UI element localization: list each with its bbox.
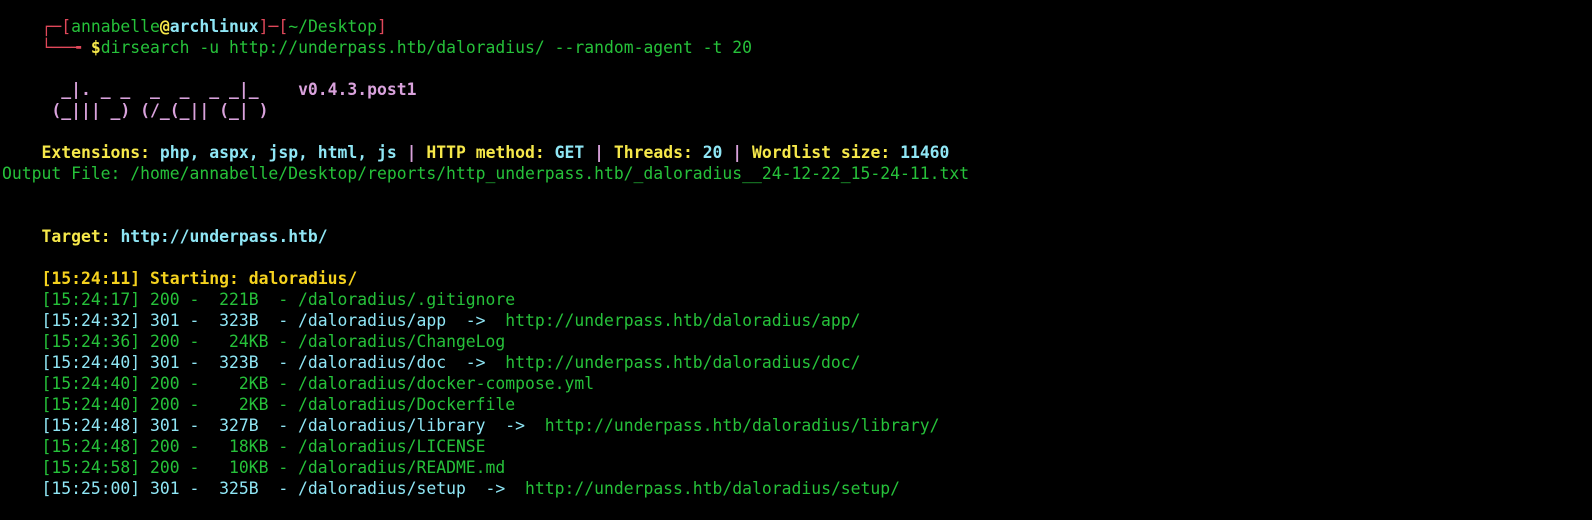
banner-art-bottom: (_||| _) (/_(_|| (_| ) bbox=[41, 101, 269, 120]
wordlist-label: Wordlist size: bbox=[752, 143, 901, 162]
result-text: [15:25:00] 301 - 325B - /daloradius/setu… bbox=[41, 479, 526, 498]
result-text: [15:24:40] 200 - 2KB - /daloradius/Docke… bbox=[41, 395, 516, 414]
starting-line: [15:24:11] Starting: daloradius/ bbox=[2, 247, 1590, 288]
target-value: http://underpass.htb/ bbox=[120, 227, 328, 246]
threads-value: 20 bbox=[702, 143, 723, 162]
starting-label: Starting: bbox=[140, 269, 249, 288]
prompt-user: annabelle bbox=[71, 17, 160, 36]
command-text[interactable]: dirsearch -u http://underpass.htb/dalora… bbox=[101, 38, 752, 57]
method-value: GET bbox=[554, 143, 585, 162]
redirect-url[interactable]: http://underpass.htb/daloradius/library/ bbox=[545, 416, 940, 435]
redirect-url[interactable]: http://underpass.htb/daloradius/app/ bbox=[505, 311, 860, 330]
config-line: Extensions: php, aspx, jsp, html, js | H… bbox=[2, 121, 1590, 162]
starting-value: daloradius/ bbox=[248, 269, 358, 288]
result-text: [15:24:36] 200 - 24KB - /daloradius/Chan… bbox=[41, 332, 506, 351]
terminal-output[interactable]: ┌─[annabelle@archlinux]─[~/Desktop] └──╼… bbox=[2, 0, 1590, 498]
prompt-line-context: ┌─[annabelle@archlinux]─[~/Desktop] bbox=[2, 0, 1590, 36]
prompt-dollar: $ bbox=[90, 38, 101, 57]
config-separator: | bbox=[396, 143, 427, 162]
extensions-label: Extensions: bbox=[41, 143, 160, 162]
result-text: [15:24:48] 200 - 18KB - /daloradius/LICE… bbox=[41, 437, 486, 456]
redirect-url[interactable]: http://underpass.htb/daloradius/doc/ bbox=[505, 353, 860, 372]
result-text: [15:24:40] 200 - 2KB - /daloradius/docke… bbox=[41, 374, 595, 393]
prompt-host: archlinux bbox=[169, 17, 259, 36]
prompt-arrow: └──╼ bbox=[41, 38, 91, 57]
banner-art-line-1: _|. _ _ _ _ _ _|_ v0.4.3.post1 bbox=[2, 58, 1590, 99]
config-separator: | bbox=[722, 143, 753, 162]
target-label: Target: bbox=[41, 227, 121, 246]
banner-art-top: _|. _ _ _ _ _ _|_ bbox=[41, 80, 299, 99]
prompt-separator: ]─[ bbox=[258, 17, 289, 36]
result-text: [15:24:17] 200 - 221B - /daloradius/.git… bbox=[41, 290, 516, 309]
method-label: HTTP method: bbox=[426, 143, 555, 162]
banner-version: v0.4.3.post1 bbox=[298, 80, 417, 99]
result-text: [15:24:40] 301 - 323B - /daloradius/doc … bbox=[41, 353, 506, 372]
output-file-line: Output File: /home/annabelle/Desktop/rep… bbox=[2, 164, 970, 183]
prompt-close: ] bbox=[377, 17, 387, 36]
threads-label: Threads: bbox=[613, 143, 703, 162]
result-text: [15:24:58] 200 - 10KB - /daloradius/READ… bbox=[41, 458, 506, 477]
prompt-at: @ bbox=[159, 17, 170, 36]
result-text: [15:24:48] 301 - 327B - /daloradius/libr… bbox=[41, 416, 545, 435]
config-separator: | bbox=[584, 143, 614, 162]
redirect-url[interactable]: http://underpass.htb/daloradius/setup/ bbox=[525, 479, 900, 498]
extensions-value: php, aspx, jsp, html, js bbox=[159, 143, 397, 162]
result-text: [15:24:32] 301 - 323B - /daloradius/app … bbox=[41, 311, 506, 330]
starting-time: [15:24:11] bbox=[41, 269, 141, 288]
prompt-corner: ┌─[ bbox=[41, 17, 72, 36]
wordlist-value: 11460 bbox=[900, 143, 950, 162]
prompt-path: ~/Desktop bbox=[288, 17, 378, 36]
target-line: Target: http://underpass.htb/ bbox=[2, 205, 1590, 246]
